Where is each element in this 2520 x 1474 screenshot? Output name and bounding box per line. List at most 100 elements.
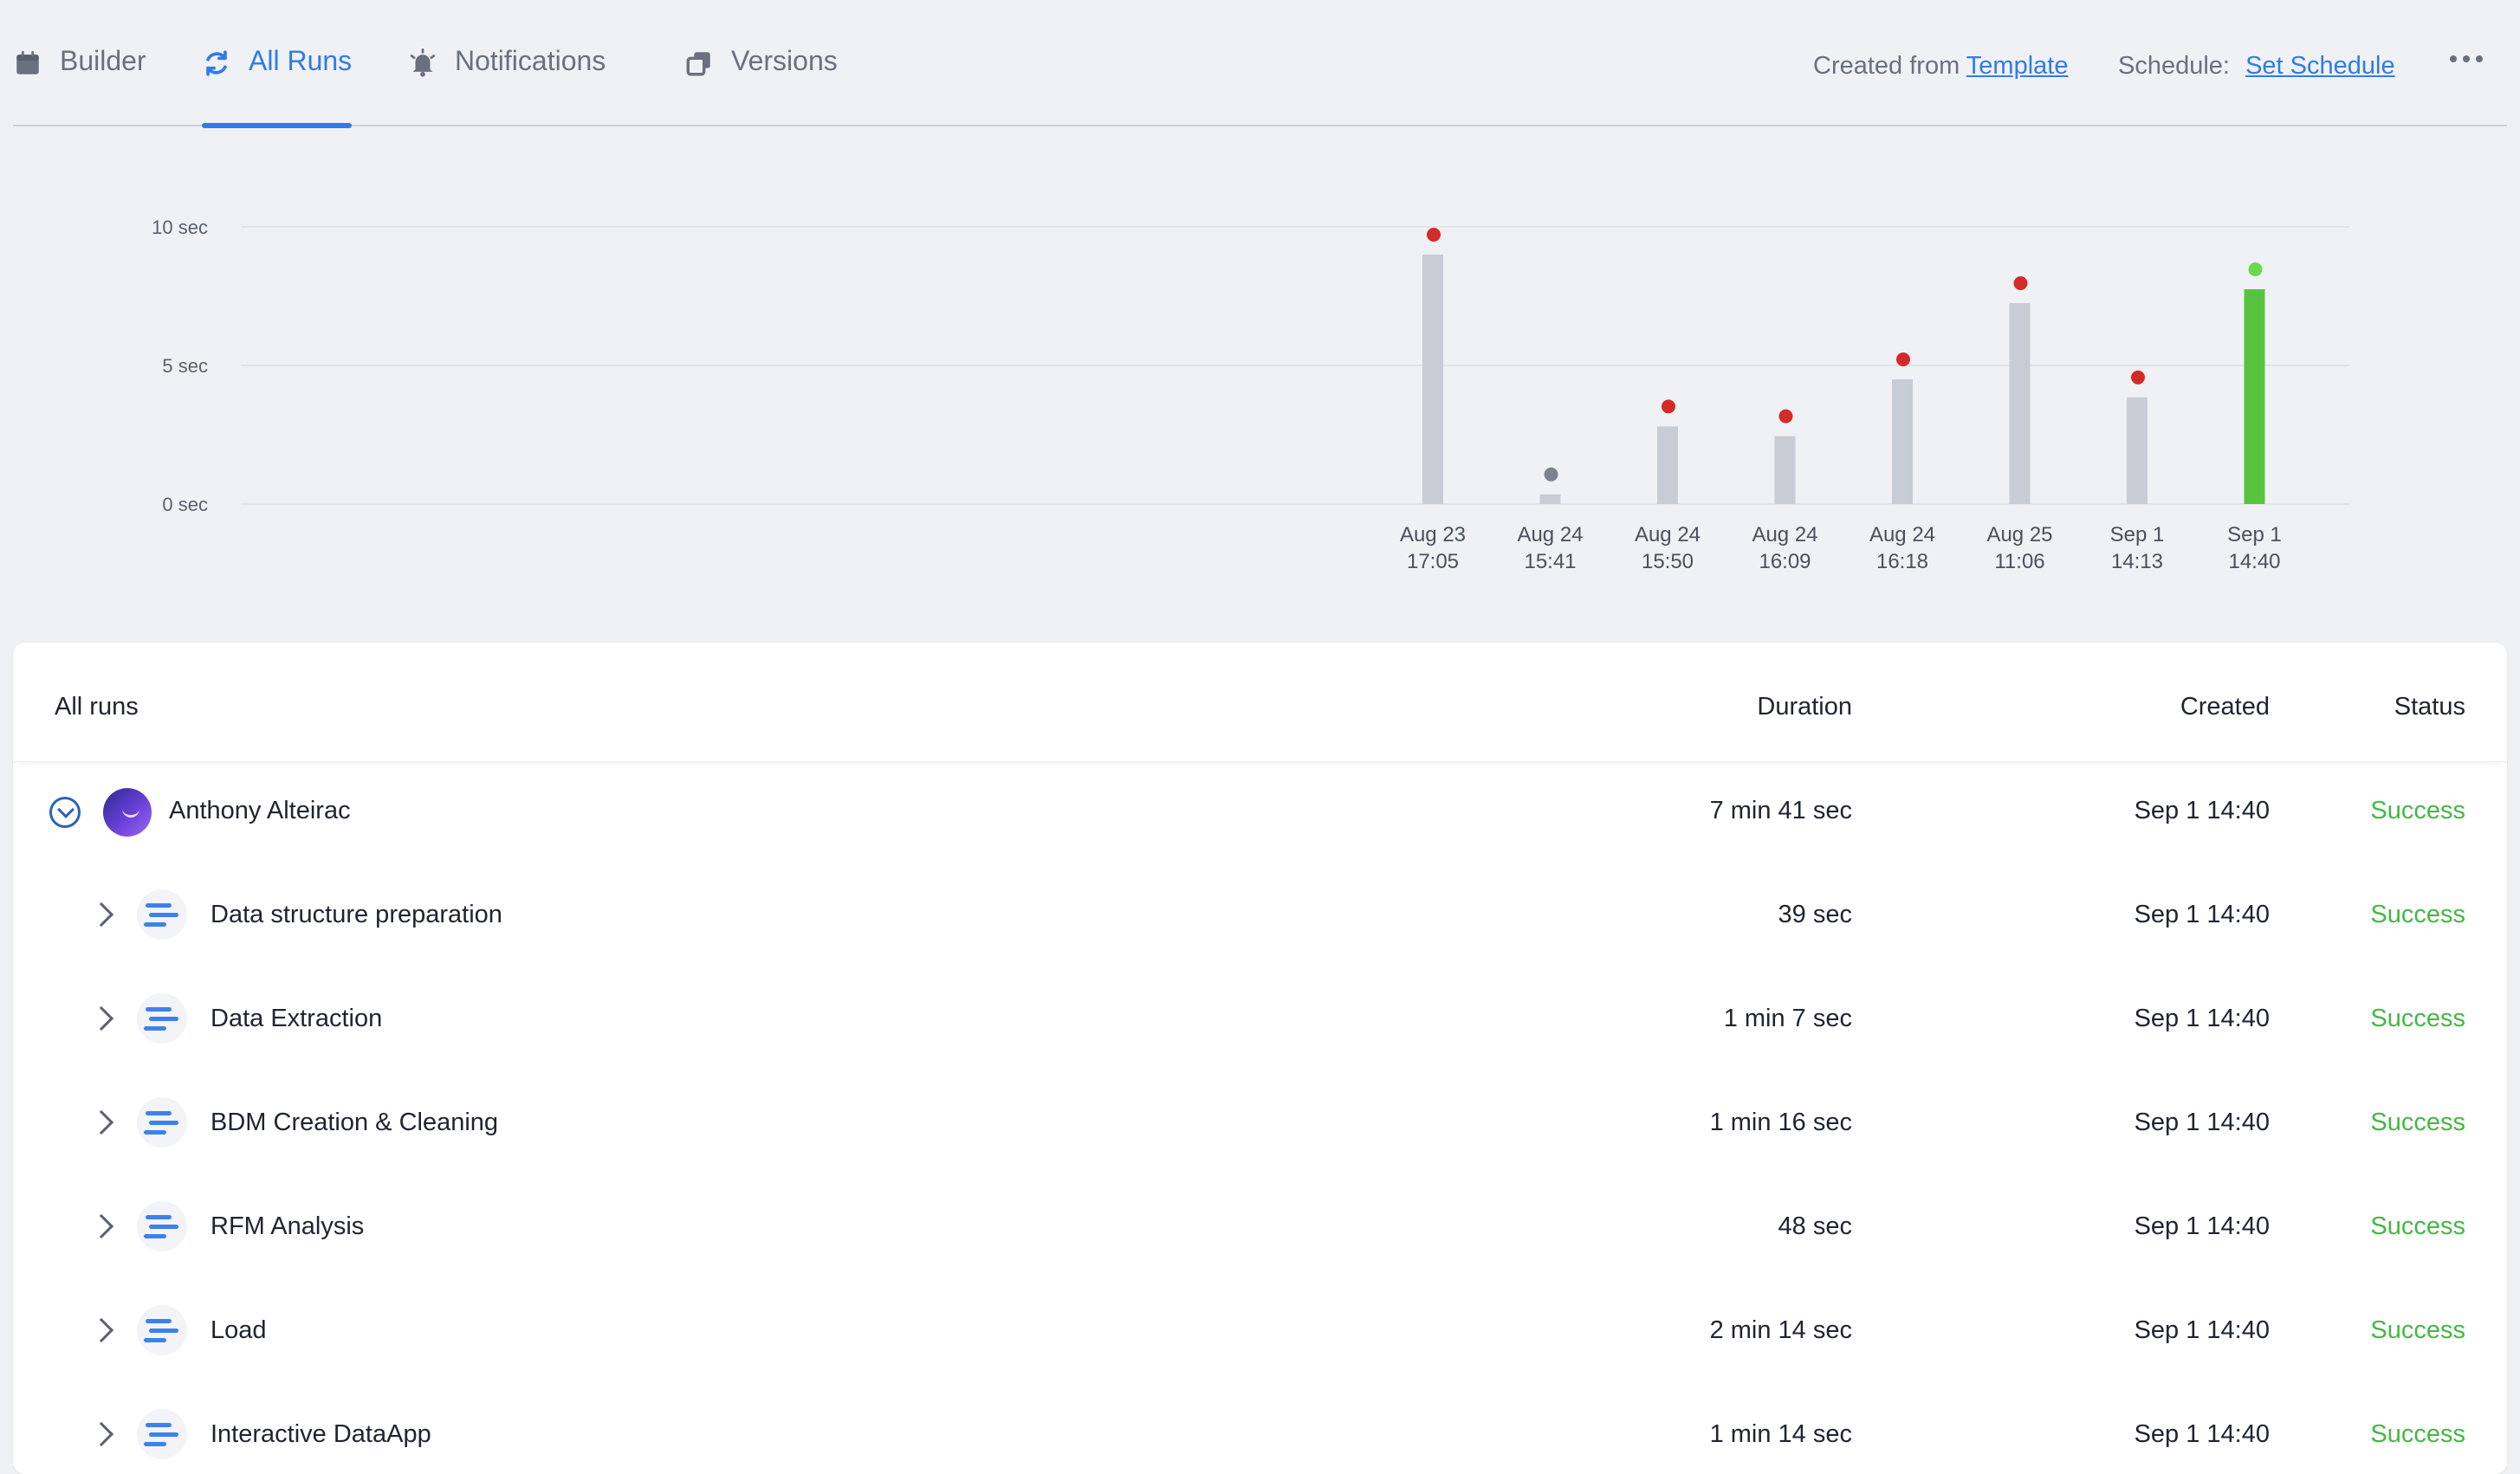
expand-chevron-icon[interactable] xyxy=(88,1213,114,1239)
chart-bar[interactable] xyxy=(2009,303,2031,504)
row-name: RFM Analysis xyxy=(211,1212,365,1240)
row-name: Interactive DataApp xyxy=(211,1420,431,1448)
table-row[interactable]: RFM Analysis 48 sec Sep 1 14:40 Success xyxy=(13,1201,2507,1315)
x-tick-label: Aug 24 xyxy=(1869,523,1935,546)
tab-versions-label: Versions xyxy=(731,45,838,76)
row-name: Load xyxy=(211,1316,267,1344)
collapse-chevron-icon[interactable] xyxy=(49,797,81,828)
step-list-icon xyxy=(137,1409,187,1459)
row-created: Sep 1 14:40 xyxy=(2134,901,2270,928)
template-link[interactable]: Template xyxy=(1966,52,2069,80)
row-created: Sep 1 14:40 xyxy=(2134,1212,2270,1240)
x-tick-label: Aug 24 xyxy=(1517,523,1583,546)
row-duration: 48 sec xyxy=(1778,1212,1852,1240)
row-created: Sep 1 14:40 xyxy=(2134,1316,2270,1344)
table-row[interactable]: Data structure preparation 39 sec Sep 1 … xyxy=(13,889,2507,1003)
status-badge: Success xyxy=(2370,797,2465,824)
tab-builder-label: Builder xyxy=(60,45,146,76)
table-header: All runs Duration Created Status xyxy=(13,643,2507,762)
chart-status-dot xyxy=(2013,276,2028,290)
table-row-parent[interactable]: Anthony Alteirac 7 min 41 sec Sep 1 14:4… xyxy=(13,788,2507,899)
header-status: Status xyxy=(2394,693,2465,721)
created-from: Created from Template xyxy=(1813,52,2068,81)
tab-all-runs-label: All Runs xyxy=(249,45,353,76)
header-created[interactable]: Created xyxy=(2180,693,2270,721)
chart-status-dot xyxy=(1778,409,1793,423)
header-all-runs: All runs xyxy=(55,693,139,721)
y-tick-label: 0 sec xyxy=(162,494,208,515)
expand-chevron-icon[interactable] xyxy=(88,1109,114,1135)
set-schedule-link[interactable]: Set Schedule xyxy=(2245,52,2395,80)
row-duration: 7 min 41 sec xyxy=(1709,797,1852,824)
expand-chevron-icon[interactable] xyxy=(88,902,114,928)
chart-bar[interactable] xyxy=(1539,494,1561,504)
status-badge: Success xyxy=(2370,1109,2465,1136)
chart-status-dot xyxy=(1427,228,1441,242)
tab-all-runs[interactable]: All Runs xyxy=(202,45,353,128)
tab-notifications-label: Notifications xyxy=(455,45,606,76)
row-created: Sep 1 14:40 xyxy=(2134,1005,2270,1032)
chart-bar[interactable] xyxy=(1892,379,1913,504)
y-tick-label: 10 sec xyxy=(152,217,208,238)
step-list-icon xyxy=(137,1201,187,1251)
chart-status-dot xyxy=(1896,352,1910,366)
avatar xyxy=(103,788,152,837)
row-created: Sep 1 14:40 xyxy=(2134,1109,2270,1136)
top-navigation: Builder All Runs Notifications Versions … xyxy=(13,0,2507,128)
table-row[interactable]: Data Extraction 1 min 7 sec Sep 1 14:40 … xyxy=(13,993,2507,1107)
status-badge: Success xyxy=(2370,1316,2465,1344)
status-badge: Success xyxy=(2370,1420,2465,1448)
table-row[interactable]: BDM Creation & Cleaning 1 min 16 sec Sep… xyxy=(13,1097,2507,1211)
x-tick-label: 15:41 xyxy=(1524,550,1576,573)
row-created: Sep 1 14:40 xyxy=(2134,797,2270,824)
row-name: BDM Creation & Cleaning xyxy=(211,1109,499,1136)
row-name: Data structure preparation xyxy=(211,901,502,928)
table-row[interactable]: Load 2 min 14 sec Sep 1 14:40 Success xyxy=(13,1305,2507,1419)
x-tick-label: Aug 25 xyxy=(1986,523,2052,546)
x-tick-label: 16:18 xyxy=(1876,550,1928,573)
chart-bar[interactable] xyxy=(2127,397,2148,504)
x-tick-label: Aug 24 xyxy=(1752,523,1817,546)
step-list-icon xyxy=(137,993,187,1044)
expand-chevron-icon[interactable] xyxy=(88,1421,114,1447)
tab-builder[interactable]: Builder xyxy=(13,45,146,126)
table-row[interactable]: Interactive DataApp 1 min 14 sec Sep 1 1… xyxy=(13,1409,2507,1474)
row-duration: 2 min 14 sec xyxy=(1709,1316,1852,1344)
chart-bar[interactable] xyxy=(1657,426,1678,504)
expand-chevron-icon[interactable] xyxy=(88,1317,114,1343)
x-tick-label: 16:09 xyxy=(1759,550,1811,573)
calendar-icon xyxy=(16,50,39,74)
row-created: Sep 1 14:40 xyxy=(2134,1420,2270,1448)
y-tick-label: 5 sec xyxy=(162,355,208,377)
chart-bar[interactable] xyxy=(2244,289,2265,504)
refresh-icon xyxy=(206,50,227,76)
chart-status-dot xyxy=(2248,262,2263,276)
schedule-label: Schedule: xyxy=(2118,52,2230,80)
x-tick-label: Sep 1 xyxy=(2227,523,2282,546)
chart-status-dot xyxy=(1544,467,1558,482)
header-duration[interactable]: Duration xyxy=(1757,693,1852,721)
row-name: Anthony Alteirac xyxy=(169,797,351,824)
more-horizontal-icon[interactable] xyxy=(2450,55,2483,62)
step-list-icon xyxy=(137,889,187,940)
x-tick-label: Sep 1 xyxy=(2110,523,2165,546)
chart-bar[interactable] xyxy=(1774,436,1796,504)
schedule: Schedule: Set Schedule xyxy=(2118,52,2395,81)
tab-notifications[interactable]: Notifications xyxy=(408,45,606,126)
created-from-label: Created from xyxy=(1813,52,1960,80)
row-duration: 39 sec xyxy=(1778,901,1852,928)
chart-bar[interactable] xyxy=(1422,255,1443,504)
tab-versions[interactable]: Versions xyxy=(684,45,838,126)
runs-table: All runs Duration Created Status Anthony… xyxy=(13,643,2507,1474)
row-duration: 1 min 7 sec xyxy=(1723,1005,1852,1032)
row-name: Data Extraction xyxy=(211,1005,383,1032)
row-duration: 1 min 16 sec xyxy=(1709,1109,1852,1136)
row-duration: 1 min 14 sec xyxy=(1709,1420,1852,1448)
bell-icon xyxy=(410,48,436,77)
x-tick-label: Aug 24 xyxy=(1635,523,1701,546)
expand-chevron-icon[interactable] xyxy=(88,1005,114,1031)
x-tick-label: 15:50 xyxy=(1642,550,1694,573)
step-list-icon xyxy=(137,1097,187,1148)
step-list-icon xyxy=(137,1305,187,1355)
status-badge: Success xyxy=(2370,1212,2465,1240)
